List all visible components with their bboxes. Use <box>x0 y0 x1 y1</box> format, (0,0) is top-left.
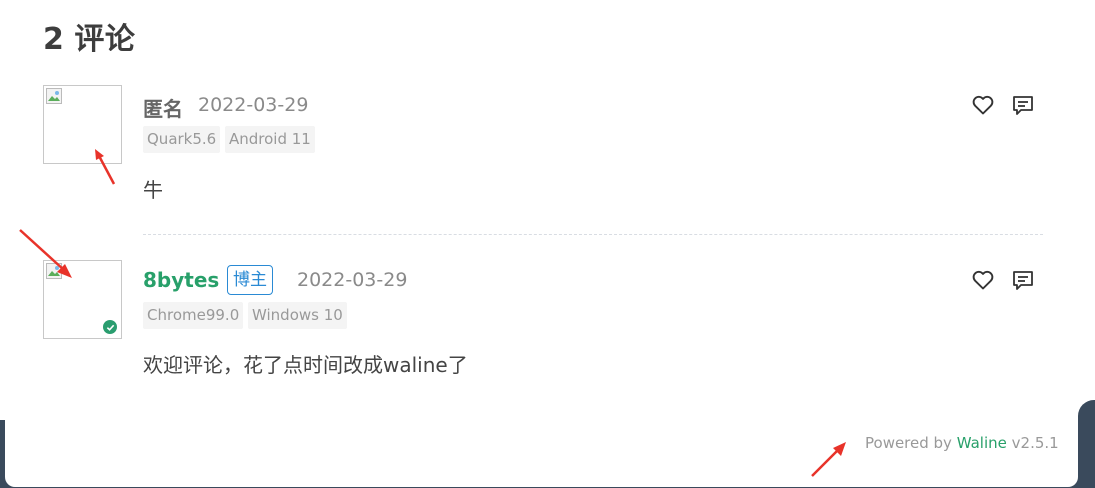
comment-nick[interactable]: 匿名 <box>143 93 183 122</box>
browser-tag: Quark5.6 <box>143 126 221 153</box>
avatar[interactable] <box>43 85 122 164</box>
comment-nick[interactable]: 8bytes <box>143 268 219 292</box>
powered-by: Powered by Waline v2.5.1 <box>865 434 1059 452</box>
admin-badge: 博主 <box>227 265 273 295</box>
broken-image-icon <box>46 88 62 104</box>
comments-card <box>5 0 1078 487</box>
comment-content: 欢迎评论，花了点时间改成waline了 <box>143 353 468 377</box>
os-tag: Windows 10 <box>248 302 347 329</box>
powered-by-text: Powered by <box>865 434 952 452</box>
comment-count: 2 <box>43 22 65 57</box>
waline-version: v2.5.1 <box>1011 434 1059 452</box>
like-icon[interactable] <box>971 93 995 117</box>
comment-content: 牛 <box>143 178 163 202</box>
verified-icon <box>103 320 117 334</box>
comment-count-label: 评论 <box>74 22 136 57</box>
reply-icon[interactable] <box>1011 93 1035 117</box>
comment-date: 2022-03-29 <box>297 269 408 291</box>
like-icon[interactable] <box>971 268 995 292</box>
comment-count-title: 2 评论 <box>43 14 145 58</box>
comment-date: 2022-03-29 <box>198 94 309 116</box>
waline-link[interactable]: Waline <box>957 434 1007 452</box>
broken-image-icon <box>46 263 62 279</box>
reply-icon[interactable] <box>1011 268 1035 292</box>
page-footer-corner <box>1078 400 1095 488</box>
avatar[interactable] <box>43 260 122 339</box>
comment-divider <box>143 234 1043 235</box>
browser-tag: Chrome99.0 <box>143 302 244 329</box>
os-tag: Android 11 <box>225 126 315 153</box>
